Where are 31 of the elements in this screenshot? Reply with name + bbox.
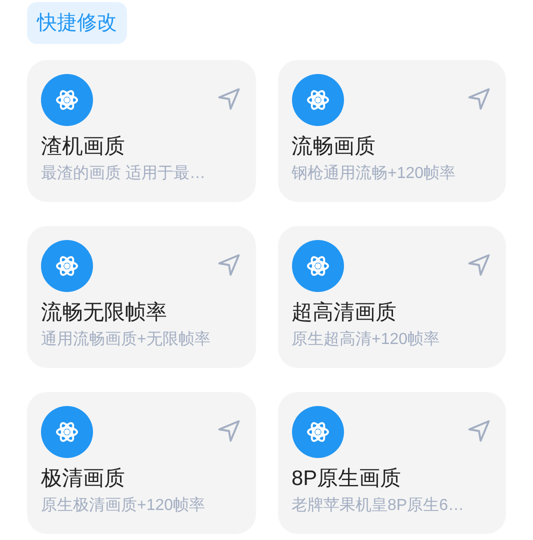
navigation-arrow-icon[interactable] xyxy=(466,418,492,444)
navigation-arrow-icon[interactable] xyxy=(466,252,492,278)
navigation-arrow-icon[interactable] xyxy=(216,418,242,444)
preset-description: 通用流畅画质+无限帧率 xyxy=(41,330,212,350)
preset-card[interactable]: 渣机画质 最渣的画质 适用于最… xyxy=(27,60,256,202)
preset-title: 超高清画质 xyxy=(292,300,398,326)
atom-icon xyxy=(306,420,330,444)
atom-icon xyxy=(55,88,79,112)
preset-card[interactable]: 极清画质 原生极清画质+120帧率 xyxy=(27,392,256,534)
preset-title: 8P原生画质 xyxy=(292,466,402,492)
preset-card[interactable]: 流畅无限帧率 通用流畅画质+无限帧率 xyxy=(27,226,256,368)
preset-title: 渣机画质 xyxy=(41,134,126,160)
section-label: 快捷修改 xyxy=(27,2,127,44)
navigation-arrow-icon[interactable] xyxy=(466,86,492,112)
navigation-arrow-icon[interactable] xyxy=(216,252,242,278)
atom-icon xyxy=(55,420,79,444)
preset-title: 流畅无限帧率 xyxy=(41,300,168,326)
preset-title: 流畅画质 xyxy=(292,134,376,160)
preset-description: 老牌苹果机皇8P原生6… xyxy=(292,496,465,516)
atom-icon xyxy=(306,88,330,112)
preset-card[interactable]: 流畅画质 钢枪通用流畅+120帧率 xyxy=(278,60,506,202)
preset-card[interactable]: 超高清画质 原生超高清+120帧率 xyxy=(278,226,506,368)
preset-title: 极清画质 xyxy=(41,466,126,492)
atom-icon xyxy=(55,254,79,278)
atom-icon xyxy=(306,254,330,278)
preset-card[interactable]: 8P原生画质 老牌苹果机皇8P原生6… xyxy=(278,392,506,534)
preset-description: 原生极清画质+120帧率 xyxy=(41,496,206,516)
preset-description: 最渣的画质 适用于最… xyxy=(41,164,206,184)
preset-description: 原生超高清+120帧率 xyxy=(292,330,441,350)
navigation-arrow-icon[interactable] xyxy=(216,86,242,112)
preset-description: 钢枪通用流畅+120帧率 xyxy=(292,164,457,184)
